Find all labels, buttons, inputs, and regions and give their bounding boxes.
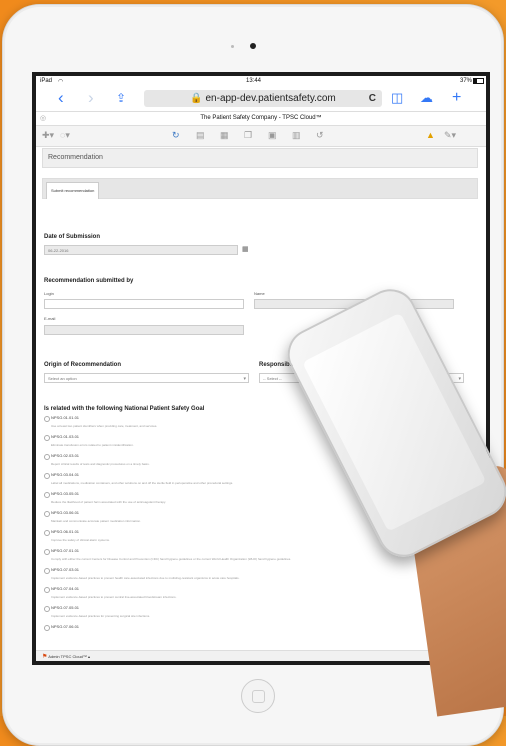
goal-radio[interactable] (44, 549, 50, 555)
login-input[interactable] (44, 299, 244, 309)
goal-description: Implement evidence-based practices to pr… (51, 576, 240, 580)
user-bar[interactable]: ⚑ Admin TPSC Cloud™ ▴ (36, 650, 486, 661)
battery-icon (473, 78, 484, 85)
goal-radio[interactable] (44, 587, 50, 593)
goal-radio[interactable] (44, 625, 50, 631)
refresh-icon[interactable]: ↺ (316, 130, 324, 141)
date-field[interactable]: 06-22-2016 (44, 245, 238, 255)
goal-list-item[interactable]: NPSG.07.06.01 (44, 623, 464, 647)
copy-icon[interactable]: ❐ (244, 130, 252, 141)
status-bar: iPad ◠ 13:44 37% (36, 76, 486, 87)
goal-description: Implement evidence-based practices to pr… (51, 595, 177, 599)
bookmarks-icon[interactable]: ◫ (391, 89, 403, 107)
goal-radio[interactable] (44, 530, 50, 536)
cloud-tabs-icon[interactable]: ☁ (420, 89, 433, 107)
goal-radio[interactable] (44, 435, 50, 441)
app-toolbar: ✚▾ ◌▾ ↻ ▤ ▦ ❐ ▣ ▥ ↺ ▲ ✎▾ (36, 125, 486, 147)
tab-title[interactable]: The Patient Safety Company - TPSC Cloud™ (200, 115, 321, 121)
goal-radio[interactable] (44, 473, 50, 479)
goal-radio[interactable] (44, 511, 50, 517)
grid-icon[interactable]: ▦ (220, 130, 229, 141)
goal-code: NPSG.07.06.01 (51, 624, 80, 629)
email-label: E-mail (44, 316, 56, 321)
sync-icon[interactable]: ↻ (172, 130, 180, 141)
lock-icon: 🔒 (190, 93, 203, 104)
tab-submit-recommendation[interactable]: Submit recommendation (46, 182, 100, 199)
goal-radio[interactable] (44, 454, 50, 460)
device-label: iPad (40, 78, 53, 84)
alert-icon[interactable]: ▲ (426, 130, 435, 140)
url-text: en-app-dev.patientsafety.com (205, 93, 336, 104)
goals-title: Is related with the following National P… (44, 406, 205, 412)
reload-icon[interactable]: C (369, 90, 376, 107)
table-icon[interactable]: ▥ (292, 130, 301, 141)
name-label: Name (254, 291, 265, 296)
goal-code: NPSG.06.01.01 (51, 529, 80, 534)
goal-description: Comply with either the current Centers f… (51, 557, 292, 561)
submitted-by-title: Recommendation submitted by (44, 278, 134, 284)
goal-code: NPSG.02.03.01 (51, 453, 80, 458)
forward-icon[interactable]: › (88, 89, 94, 107)
battery-percent: 37% (459, 78, 472, 84)
camera-sensor (231, 45, 234, 48)
goal-code: NPSG.07.03.01 (51, 567, 80, 572)
clock: 13:44 (246, 78, 262, 84)
back-icon[interactable]: ‹ (58, 89, 64, 107)
email-field[interactable] (44, 325, 244, 335)
origin-select[interactable]: Select an option (44, 373, 249, 384)
goal-code: NPSG.03.04.01 (51, 472, 80, 477)
goal-radio[interactable] (44, 492, 50, 498)
login-label: Login (44, 291, 54, 296)
tab-title-bar: ◎ The Patient Safety Company - TPSC Clou… (36, 111, 486, 125)
help-menu-icon[interactable]: ◌▾ (60, 130, 70, 141)
address-bar[interactable]: 🔒 en-app-dev.patientsafety.com C (144, 90, 382, 107)
front-camera (250, 43, 256, 49)
share-icon[interactable]: ⇪ (116, 89, 126, 107)
settings-menu-icon[interactable]: ✎▾ (444, 130, 456, 141)
date-section-title: Date of Submission (44, 234, 101, 240)
wifi-icon: ◠ (58, 79, 64, 85)
user-flag-icon: ⚑ (42, 654, 48, 660)
origin-title: Origin of Recommendation (44, 362, 122, 368)
main-content: Recommendation Submit recommendation Dat… (42, 148, 478, 631)
panel-title: Recommendation (42, 148, 478, 168)
goal-code: NPSG.07.05.01 (51, 605, 80, 610)
goal-radio[interactable] (44, 416, 50, 422)
subtab-bar: Submit recommendation (42, 178, 478, 199)
goal-radio[interactable] (44, 606, 50, 612)
goal-code: NPSG.01.01.01 (51, 415, 80, 420)
new-tab-icon[interactable]: + (452, 89, 461, 107)
save-icon[interactable]: ▤ (196, 130, 205, 141)
tab-favicon-icon: ◎ (40, 115, 47, 122)
user-name[interactable]: Admin TPSC Cloud™ ▴ (48, 654, 90, 659)
add-menu-icon[interactable]: ✚▾ (42, 130, 54, 141)
goal-code: NPSG.01.03.01 (51, 434, 80, 439)
goal-code: NPSG.07.04.01 (51, 586, 80, 591)
goal-description: Implement evidence-based practices for p… (51, 614, 151, 618)
goal-radio[interactable] (44, 568, 50, 574)
goal-code: NPSG.03.06.01 (51, 510, 80, 515)
goal-code: NPSG.03.05.01 (51, 491, 80, 496)
goal-code: NPSG.07.01.01 (51, 548, 80, 553)
print-icon[interactable]: ▣ (268, 130, 277, 141)
home-button[interactable] (241, 679, 275, 713)
browser-navbar: ‹ › ⇪ 🔒 en-app-dev.patientsafety.com C ◫… (36, 87, 486, 111)
calendar-icon[interactable]: ▦ (242, 245, 249, 253)
